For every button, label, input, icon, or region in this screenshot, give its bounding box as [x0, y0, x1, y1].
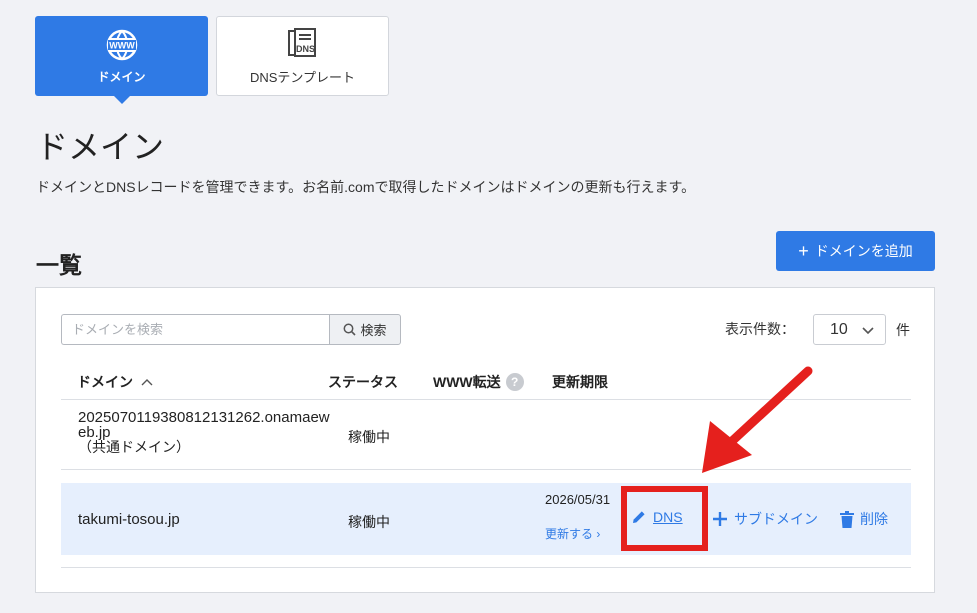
tab-dns-template-label: DNSテンプレート	[249, 69, 356, 85]
perpage-label: 表示件数：	[725, 321, 795, 337]
domain-note: （共通ドメイン）	[78, 439, 190, 455]
search-button[interactable]: 検索	[329, 314, 401, 345]
search-button-label: 検索	[360, 323, 387, 338]
table-row-domain: 202507011938081213126​2.onamaeweb.jp （共通…	[78, 410, 330, 455]
column-header-domain-label: ドメイン	[77, 374, 133, 390]
dns-document-icon: DNS	[286, 27, 320, 61]
search-bar: 検索	[61, 314, 401, 345]
delete-label: 削除	[860, 511, 888, 527]
sort-ascending-icon	[141, 379, 153, 386]
column-header-expire: 更新期限	[552, 372, 608, 392]
highlight-box	[621, 486, 708, 551]
add-subdomain-label: サブドメイン	[734, 511, 818, 527]
status-text: 稼働中	[348, 429, 390, 445]
domain-name: 202507011938081213126​2.onamaeweb.jp	[78, 409, 330, 441]
column-header-expire-label: 更新期限	[552, 374, 608, 390]
svg-text:WWW: WWW	[109, 40, 135, 50]
column-header-domain[interactable]: ドメイン	[77, 372, 153, 392]
perpage-unit: 件	[896, 322, 910, 338]
column-header-www-label: WWW転送	[433, 374, 501, 390]
delete-link[interactable]: 削除	[840, 509, 888, 529]
column-header-status-label: ステータス	[328, 374, 398, 390]
plus-icon: +	[798, 241, 809, 261]
search-icon	[344, 323, 357, 336]
annotation-arrow-icon	[702, 366, 813, 473]
page-title: ドメイン	[36, 129, 165, 165]
tab-domain[interactable]: WWW ドメイン	[35, 16, 208, 104]
domain-name: takumi-tosou.jp	[78, 511, 180, 528]
status-text: 稼働中	[348, 514, 390, 530]
tab-domain-label: ドメイン	[97, 69, 146, 84]
perpage-select[interactable]: 10	[813, 314, 886, 345]
trash-icon	[840, 510, 854, 528]
column-header-www: WWW転送 ?	[433, 372, 524, 392]
add-domain-button[interactable]: + ドメインを追加	[776, 231, 935, 271]
plus-icon	[713, 512, 727, 526]
chevron-down-icon	[862, 327, 874, 335]
add-domain-button-label: ドメインを追加	[814, 243, 913, 259]
svg-text:DNS: DNS	[295, 44, 314, 54]
renew-link[interactable]: 更新する ›	[545, 525, 600, 542]
expire-date: 2026/05/31	[545, 492, 611, 507]
table-row: takumi-tosou.jp 稼働中 2026/05/31 更新する › DN…	[61, 483, 911, 555]
list-title: 一覧	[36, 252, 82, 278]
column-header-status: ステータス	[328, 372, 398, 392]
globe-www-icon: WWW	[105, 28, 139, 62]
row-divider	[61, 567, 911, 568]
search-input[interactable]	[61, 314, 329, 345]
add-subdomain-link[interactable]: サブドメイン	[712, 509, 818, 529]
help-icon[interactable]: ?	[505, 373, 524, 391]
page-description: ドメインとDNSレコードを管理できます。お名前.comで取得したドメインはドメイ…	[36, 179, 696, 195]
perpage-value: 10	[830, 320, 848, 338]
tab-dns-template[interactable]: DNS DNSテンプレート	[216, 16, 389, 96]
